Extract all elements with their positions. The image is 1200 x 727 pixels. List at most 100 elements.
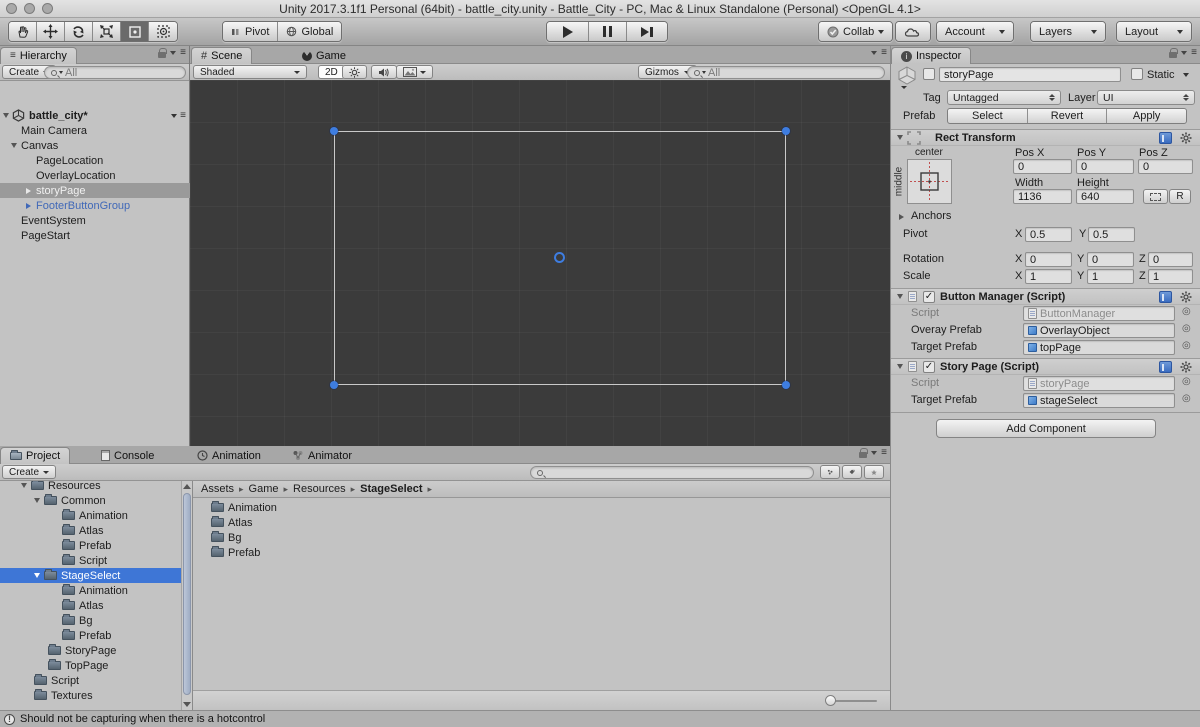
hierarchy-item-eventsystem[interactable]: EventSystem xyxy=(0,213,190,228)
breadcrumb-stageselect[interactable]: StageSelect xyxy=(360,483,422,495)
story-page-header[interactable]: ✓ Story Page (Script) xyxy=(891,358,1200,375)
cloud-button[interactable] xyxy=(896,22,930,41)
static-checkbox[interactable] xyxy=(1131,68,1143,80)
favorites-button[interactable] xyxy=(864,465,884,479)
project-tree-common-prefab[interactable]: Prefab xyxy=(0,538,181,553)
anchors-fold-icon[interactable] xyxy=(899,214,904,220)
disclosure-right-icon[interactable] xyxy=(26,187,31,194)
project-tree-storypage[interactable]: StoryPage xyxy=(0,643,181,658)
panel-caret-icon[interactable] xyxy=(170,51,177,55)
project-tree-resources[interactable]: Resources xyxy=(0,481,181,493)
static-caret-icon[interactable] xyxy=(1183,73,1189,77)
project-search-input[interactable] xyxy=(530,466,814,479)
sp-target-prefab-field[interactable]: stageSelect xyxy=(1023,393,1175,408)
component-enabled-checkbox[interactable]: ✓ xyxy=(923,290,935,303)
object-picker-icon[interactable]: ◎ xyxy=(1182,394,1191,404)
tab-game[interactable]: Game xyxy=(293,47,355,64)
account-dropdown[interactable]: Account xyxy=(937,22,1013,41)
project-file-animation[interactable]: Animation xyxy=(193,500,890,515)
scale-x-field[interactable]: 1 xyxy=(1025,269,1072,284)
scene-row-caret-icon[interactable] xyxy=(171,113,178,118)
project-tree-stageselect-bg[interactable]: Bg xyxy=(0,613,181,628)
pivot-toggle-button[interactable]: Pivot xyxy=(223,22,279,41)
search-by-type-button[interactable] xyxy=(820,465,840,479)
breadcrumb-assets[interactable]: Assets xyxy=(201,483,234,495)
play-button[interactable] xyxy=(547,22,589,41)
panel-menu-icon[interactable]: ≡ xyxy=(881,448,887,458)
pause-button[interactable] xyxy=(589,22,627,41)
rotation-x-field[interactable]: 0 xyxy=(1025,252,1072,267)
object-picker-icon[interactable]: ◎ xyxy=(1182,324,1191,334)
scene-viewport[interactable] xyxy=(190,80,890,446)
help-icon[interactable] xyxy=(1159,131,1172,144)
fold-icon[interactable] xyxy=(897,135,903,140)
add-component-button[interactable]: Add Component xyxy=(936,419,1156,438)
disclosure-down-icon[interactable] xyxy=(21,483,27,488)
collab-button[interactable]: Collab xyxy=(819,22,893,41)
layout-dropdown[interactable]: Layout xyxy=(1117,22,1191,41)
gameobject-icon-caret[interactable] xyxy=(901,86,907,89)
scale-tool-button[interactable] xyxy=(93,22,121,41)
disclosure-down-icon[interactable] xyxy=(34,498,40,503)
rect-handle-top-left[interactable] xyxy=(330,127,338,135)
tab-hierarchy[interactable]: ≡ Hierarchy xyxy=(0,47,77,64)
disclosure-down-icon[interactable] xyxy=(11,143,17,148)
raw-mode-button[interactable]: R xyxy=(1169,189,1191,204)
scene-search-input[interactable]: All xyxy=(687,66,885,79)
scrollbar-thumb[interactable] xyxy=(183,493,191,695)
2d-toggle-button[interactable]: 2D xyxy=(318,65,345,79)
pivot-handle[interactable] xyxy=(554,252,565,263)
status-bar[interactable]: ! Should not be capturing when there is … xyxy=(0,710,1200,727)
panel-menu-icon[interactable]: ≡ xyxy=(881,48,887,58)
global-toggle-button[interactable]: Global xyxy=(278,22,342,41)
project-file-bg[interactable]: Bg xyxy=(193,530,890,545)
hierarchy-item-pagestart[interactable]: PageStart xyxy=(0,228,190,243)
project-create-button[interactable]: Create xyxy=(2,465,57,479)
rotation-y-field[interactable]: 0 xyxy=(1087,252,1134,267)
hierarchy-scene-row[interactable]: battle_city* ≡ xyxy=(0,108,190,123)
thumbnail-zoom-slider-handle[interactable] xyxy=(825,695,836,706)
project-tree-common-atlas[interactable]: Atlas xyxy=(0,523,181,538)
blueprint-mode-button[interactable] xyxy=(1143,189,1168,204)
scroll-down-arrow[interactable] xyxy=(182,702,192,707)
audio-toggle-button[interactable] xyxy=(371,65,397,79)
active-checkbox[interactable] xyxy=(923,68,935,80)
search-by-label-button[interactable] xyxy=(842,465,862,479)
project-tree-script[interactable]: Script xyxy=(0,673,181,688)
lock-icon[interactable] xyxy=(859,448,869,458)
hierarchy-item-pagelocation[interactable]: PageLocation xyxy=(0,153,190,168)
object-picker-icon[interactable]: ◎ xyxy=(1182,341,1191,351)
project-tree-common-animation[interactable]: Animation xyxy=(0,508,181,523)
project-tree-toppage[interactable]: TopPage xyxy=(0,658,181,673)
hierarchy-search-input[interactable]: All xyxy=(44,66,186,79)
shaded-dropdown[interactable]: Shaded xyxy=(193,65,307,79)
panel-menu-icon[interactable]: ≡ xyxy=(1191,48,1197,58)
panel-caret-icon[interactable] xyxy=(1181,51,1188,55)
overay-prefab-field[interactable]: OverlayObject xyxy=(1023,323,1175,338)
fold-icon[interactable] xyxy=(897,364,903,369)
panel-caret-icon[interactable] xyxy=(871,451,878,455)
tab-animation[interactable]: Animation xyxy=(188,447,270,464)
object-picker-icon[interactable]: ◎ xyxy=(1182,307,1191,317)
script-field[interactable]: storyPage xyxy=(1023,376,1175,391)
object-picker-icon[interactable]: ◎ xyxy=(1182,377,1191,387)
breadcrumb-game[interactable]: Game xyxy=(249,483,279,495)
project-file-atlas[interactable]: Atlas xyxy=(193,515,890,530)
gameobject-name-field[interactable]: storyPage xyxy=(939,67,1121,82)
gear-icon[interactable] xyxy=(1180,291,1192,303)
target-prefab-field[interactable]: topPage xyxy=(1023,340,1175,355)
transform-combined-tool-button[interactable] xyxy=(149,22,177,41)
hierarchy-item-footerbuttongroup[interactable]: FooterButtonGroup xyxy=(0,198,190,213)
effects-dropdown-button[interactable] xyxy=(396,65,433,79)
button-manager-header[interactable]: ✓ Button Manager (Script) xyxy=(891,288,1200,305)
layers-dropdown[interactable]: Layers xyxy=(1031,22,1105,41)
rect-handle-bottom-left[interactable] xyxy=(330,381,338,389)
project-tree-common-script[interactable]: Script xyxy=(0,553,181,568)
scale-y-field[interactable]: 1 xyxy=(1087,269,1134,284)
help-icon[interactable] xyxy=(1159,290,1172,303)
panel-caret-icon[interactable] xyxy=(871,51,878,55)
tab-project[interactable]: Project xyxy=(0,447,71,464)
prefab-select-button[interactable]: Select xyxy=(948,109,1028,123)
pivot-y-field[interactable]: 0.5 xyxy=(1088,227,1135,242)
pos-y-field[interactable]: 0 xyxy=(1076,159,1134,174)
